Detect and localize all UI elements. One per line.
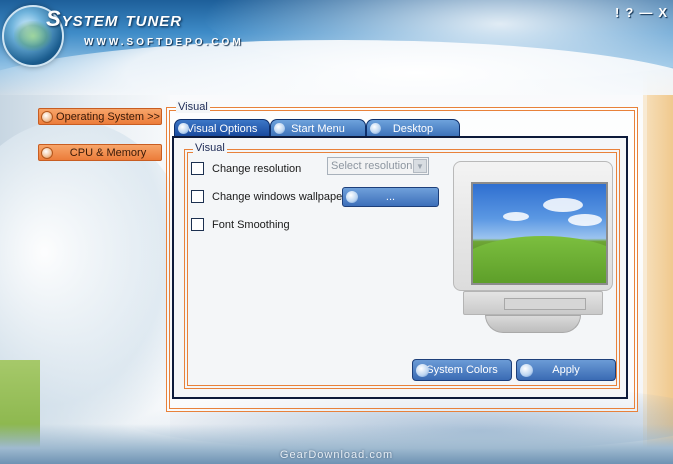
app-subtitle: WWW.SOFTDEPO.COM <box>84 37 244 48</box>
window-controls: ! ? — X <box>615 6 667 20</box>
sidebar-item-operating-system[interactable]: Operating System >> <box>38 108 162 125</box>
inner-visual-group-legend: Visual <box>193 142 227 154</box>
sidebar-item-cpu-memory[interactable]: CPU & Memory <box>38 144 162 161</box>
minimize-button[interactable]: — <box>639 6 652 20</box>
button-bulb-icon <box>520 364 533 377</box>
tab-label: Desktop <box>392 122 434 135</box>
circle-bullet-icon <box>41 146 53 159</box>
font-smoothing-checkbox[interactable]: Font Smoothing <box>191 218 290 231</box>
monitor-preview-image <box>445 155 615 345</box>
font-smoothing-label: Font Smoothing <box>212 218 290 231</box>
header: System tuner WWW.SOFTDEPO.COM ! ? — X <box>0 0 673 95</box>
change-resolution-checkbox[interactable]: Change resolution <box>191 162 301 175</box>
tab-visual-options[interactable]: Visual Options <box>174 119 270 137</box>
change-wallpaper-label: Change windows wallpaper <box>212 190 346 203</box>
wallpaper-preview <box>471 182 608 285</box>
button-bulb-icon <box>346 191 358 203</box>
tab-desktop[interactable]: Desktop <box>366 119 460 137</box>
tab-label: Visual Options <box>186 122 258 135</box>
app-title: System tuner <box>46 6 183 31</box>
app-window: System tuner WWW.SOFTDEPO.COM ! ? — X Op… <box>0 0 673 464</box>
hill-shape <box>473 236 606 283</box>
monitor-base <box>463 291 603 315</box>
browse-wallpaper-button[interactable]: ... <box>342 187 439 207</box>
checkbox-box[interactable] <box>191 218 204 231</box>
browse-button-label: ... <box>385 191 396 203</box>
about-button[interactable]: ? <box>625 6 633 20</box>
cloud-shape <box>543 198 583 212</box>
tab-bulb-icon <box>274 123 285 134</box>
checkbox-box[interactable] <box>191 190 204 203</box>
checkbox-box[interactable] <box>191 162 204 175</box>
visual-group-legend: Visual <box>176 101 210 113</box>
sidebar-item-label: CPU & Memory <box>69 146 147 159</box>
monitor-stand <box>485 315 581 333</box>
button-bulb-icon <box>416 364 429 377</box>
tab-start-menu[interactable]: Start Menu <box>270 119 366 137</box>
system-colors-label: System Colors <box>426 364 498 376</box>
change-resolution-label: Change resolution <box>212 162 302 175</box>
tab-bulb-icon <box>178 123 189 134</box>
cloud-shape <box>568 214 602 226</box>
close-button[interactable]: X <box>658 6 667 20</box>
monitor-body <box>453 161 613 291</box>
apply-button[interactable]: Apply <box>516 359 616 381</box>
resolution-select[interactable]: Select resolution ▼ <box>327 157 429 175</box>
circle-bullet-icon <box>41 110 53 123</box>
help-button[interactable]: ! <box>615 6 619 20</box>
tab-label: Start Menu <box>291 122 345 135</box>
change-wallpaper-checkbox[interactable]: Change windows wallpaper <box>191 190 346 203</box>
apply-label: Apply <box>552 364 580 376</box>
chevron-down-icon[interactable]: ▼ <box>413 159 427 173</box>
system-colors-button[interactable]: System Colors <box>412 359 512 381</box>
tab-bulb-icon <box>370 123 381 134</box>
resolution-select-value: Select resolution <box>331 160 413 172</box>
sidebar-item-label: Operating System >> <box>56 110 160 123</box>
watermark-text: GearDownload.com <box>279 449 394 461</box>
cloud-shape <box>503 212 529 221</box>
